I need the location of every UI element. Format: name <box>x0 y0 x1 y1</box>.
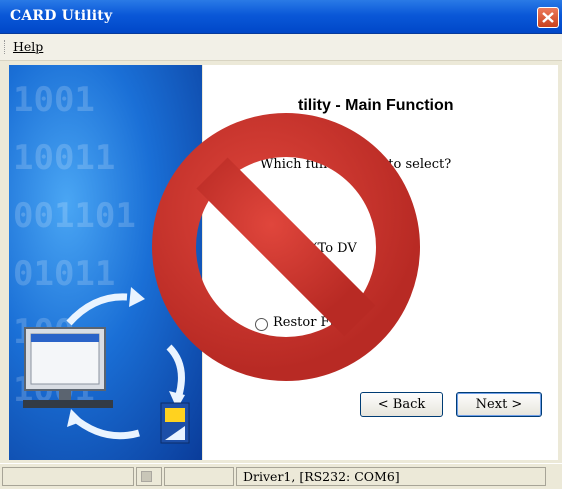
memory-card-icon <box>160 402 190 444</box>
status-bar: Driver1, [RS232: COM6] <box>0 463 562 489</box>
menu-help[interactable]: Help <box>13 39 43 54</box>
menu-grip <box>4 40 7 54</box>
title-bar: CARD Utility <box>0 0 562 34</box>
close-button[interactable] <box>537 7 559 28</box>
computer-monitor-icon <box>23 327 113 408</box>
next-button[interactable]: Next > <box>456 392 542 417</box>
menu-help-label: Help <box>13 39 44 54</box>
prohibited-icon <box>152 113 420 381</box>
back-button[interactable]: < Back <box>360 392 443 417</box>
menu-bar: Help <box>0 34 562 61</box>
status-indicator-icon <box>141 471 152 482</box>
card-utility-window: CARD Utility Help 1001 10011 001101 0101… <box>0 0 562 489</box>
status-cell <box>2 467 134 486</box>
window-title: CARD Utility <box>10 8 113 24</box>
status-cell <box>164 467 234 486</box>
status-driver-text: Driver1, [RS232: COM6] <box>243 469 400 484</box>
close-icon <box>542 12 554 23</box>
